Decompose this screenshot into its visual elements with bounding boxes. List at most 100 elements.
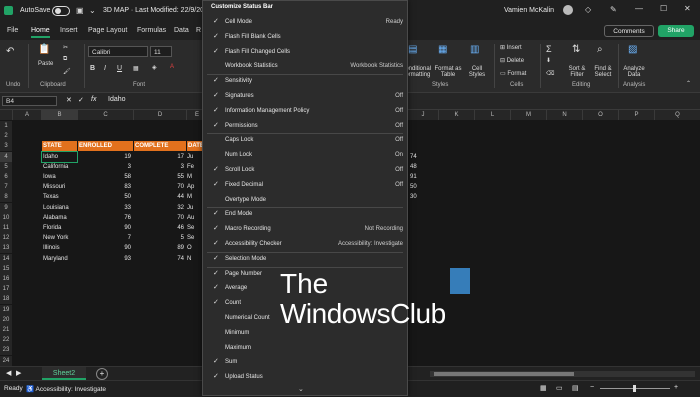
prev-sheet-icon[interactable]: ◀: [6, 369, 11, 377]
tab-formulas[interactable]: Formulas: [137, 27, 166, 34]
share-button[interactable]: Share: [658, 25, 694, 37]
analyze-data-icon[interactable]: ▨: [628, 44, 637, 55]
add-sheet-button[interactable]: +: [96, 368, 108, 380]
tab-insert[interactable]: Insert: [60, 27, 78, 34]
fill-icon[interactable]: ⬇: [546, 57, 551, 64]
diamond-icon[interactable]: ◇: [585, 5, 591, 14]
row-header[interactable]: 7: [0, 182, 12, 193]
table-cell[interactable]: 48: [410, 162, 435, 172]
table-header-cell[interactable]: STATE: [42, 141, 77, 152]
font-size-select[interactable]: 11: [150, 46, 172, 57]
name-box[interactable]: B4: [2, 96, 57, 106]
row-header[interactable]: 20: [0, 314, 12, 325]
cancel-icon[interactable]: ✕: [66, 96, 72, 104]
table-header-cell[interactable]: ENROLLED: [78, 141, 133, 152]
tab-review[interactable]: R: [196, 27, 201, 34]
sort-filter-button[interactable]: Sort & Filter: [565, 66, 589, 78]
format-cells-button[interactable]: ▭ Format: [500, 70, 526, 77]
menu-item[interactable]: Maximum: [203, 341, 407, 356]
menu-item[interactable]: ✓ Sensitivity: [203, 74, 407, 89]
zoom-slider-thumb[interactable]: [633, 385, 636, 392]
row-header[interactable]: 14: [0, 253, 12, 264]
menu-item[interactable]: Workbook Statistics Workbook Statistics: [203, 59, 407, 74]
document-title[interactable]: 3D MAP · Last Modified: 22/9/2021: [103, 7, 212, 14]
column-header[interactable]: N: [547, 110, 583, 120]
autosum-icon[interactable]: Σ: [546, 44, 552, 54]
row-header[interactable]: 5: [0, 161, 12, 172]
sheet-tab-sheet2[interactable]: Sheet2: [42, 367, 86, 380]
menu-item[interactable]: ✓ End Mode: [203, 207, 407, 222]
column-header[interactable]: D: [134, 110, 187, 120]
table-cell[interactable]: 50: [78, 192, 133, 202]
row-header[interactable]: 23: [0, 345, 12, 356]
menu-item[interactable]: Num Lock On: [203, 148, 407, 163]
menu-item[interactable]: ✓ Permissions Off: [203, 119, 407, 134]
table-cell[interactable]: Alabama: [42, 213, 77, 223]
row-header[interactable]: 19: [0, 304, 12, 315]
row-header[interactable]: 24: [0, 355, 12, 366]
row-header[interactable]: 13: [0, 243, 12, 254]
autosave-toggle[interactable]: [52, 6, 70, 16]
table-cell[interactable]: 46: [134, 223, 186, 233]
find-select-button[interactable]: Find & Select: [590, 66, 616, 78]
borders-icon[interactable]: ▦: [133, 65, 139, 72]
tab-page-layout[interactable]: Page Layout: [88, 27, 127, 34]
tab-data[interactable]: Data: [174, 27, 189, 34]
menu-item[interactable]: ✓ Upload Status: [203, 370, 407, 385]
tab-home[interactable]: Home: [31, 27, 50, 38]
table-cell[interactable]: 83: [78, 182, 133, 192]
delete-cells-button[interactable]: ⊟ Delete: [500, 57, 524, 64]
zoom-out-icon[interactable]: −: [590, 384, 594, 391]
table-cell[interactable]: 30: [410, 192, 435, 202]
table-cell[interactable]: 89: [134, 243, 186, 253]
page-break-view-icon[interactable]: ▤: [572, 384, 579, 392]
fill-color-icon[interactable]: ◈: [152, 64, 157, 71]
italic-button[interactable]: I: [104, 65, 106, 72]
menu-item[interactable]: ✓ Cell Mode Ready: [203, 15, 407, 30]
menu-item[interactable]: ✓ Flash Fill Changed Cells: [203, 45, 407, 60]
column-header[interactable]: J: [408, 110, 439, 120]
table-cell[interactable]: Illinois: [42, 243, 77, 253]
table-cell[interactable]: 70: [134, 213, 186, 223]
close-icon[interactable]: ✕: [684, 4, 691, 13]
menu-item[interactable]: ✓ Accessibility Checker Accessibility: Inv…: [203, 237, 407, 252]
row-header[interactable]: 12: [0, 233, 12, 244]
table-cell[interactable]: 17: [134, 152, 186, 162]
menu-item[interactable]: Overtype Mode: [203, 193, 407, 208]
accessibility-status[interactable]: ♿ Accessibility: Investigate: [26, 385, 106, 393]
column-header[interactable]: A: [13, 110, 42, 120]
row-header[interactable]: 16: [0, 274, 12, 284]
save-icon[interactable]: ▣: [76, 6, 84, 15]
table-cell[interactable]: 58: [78, 172, 133, 182]
menu-item[interactable]: ✓ Sum: [203, 355, 407, 370]
select-all-corner[interactable]: [0, 110, 13, 120]
table-cell[interactable]: 93: [78, 254, 133, 264]
table-cell[interactable]: Missouri: [42, 182, 77, 192]
table-cell[interactable]: 3: [134, 162, 186, 172]
insert-cells-button[interactable]: ⊞ Insert: [500, 44, 522, 51]
table-cell[interactable]: 7: [78, 233, 133, 243]
horizontal-scrollbar[interactable]: [430, 371, 695, 377]
column-header[interactable]: O: [583, 110, 619, 120]
menu-item[interactable]: ✓ Information Management Policy Off: [203, 104, 407, 119]
zoom-in-icon[interactable]: +: [674, 384, 678, 391]
avatar[interactable]: [563, 5, 573, 15]
undo-icon[interactable]: ↶: [6, 46, 14, 57]
row-header[interactable]: 18: [0, 294, 12, 305]
row-header[interactable]: 8: [0, 192, 12, 203]
table-cell[interactable]: 55: [134, 172, 186, 182]
cell-styles-button[interactable]: Cell Styles: [463, 66, 491, 78]
table-cell[interactable]: 33: [78, 203, 133, 213]
paste-button-label[interactable]: Paste: [38, 61, 53, 67]
row-header[interactable]: 22: [0, 335, 12, 346]
pen-icon[interactable]: ✎: [610, 5, 617, 14]
next-sheet-icon[interactable]: ▶: [16, 369, 21, 377]
column-header[interactable]: B: [42, 110, 78, 120]
table-cell[interactable]: 74: [134, 254, 186, 264]
row-header[interactable]: 9: [0, 202, 12, 213]
table-header-cell[interactable]: COMPLETE: [134, 141, 186, 152]
menu-item[interactable]: ✓ Flash Fill Blank Cells: [203, 30, 407, 45]
row-header[interactable]: 4: [0, 151, 12, 162]
clear-icon[interactable]: ⌫: [546, 70, 554, 77]
table-cell[interactable]: 19: [78, 152, 133, 162]
